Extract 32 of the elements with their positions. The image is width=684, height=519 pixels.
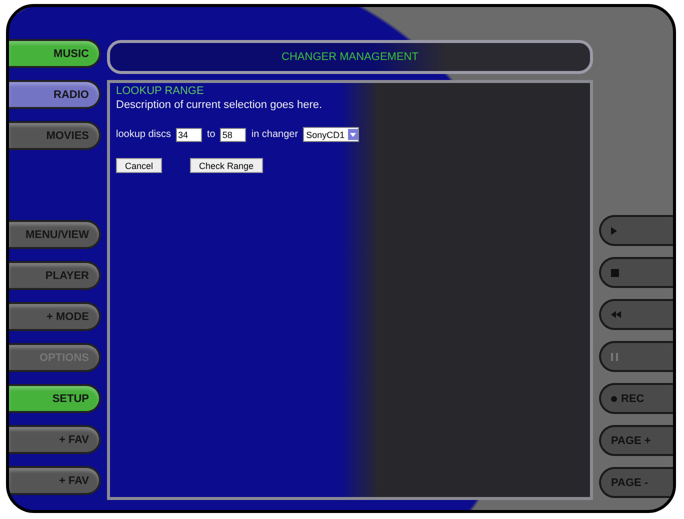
transport-button[interactable]: [599, 257, 673, 288]
pause-icon: [611, 352, 618, 360]
transport-button[interactable]: [599, 299, 673, 330]
nav-button[interactable]: PLAYER: [9, 261, 101, 290]
section-heading: LOOKUP RANGE: [116, 85, 205, 97]
record-dot-icon: [611, 396, 617, 402]
field-label: in changer: [251, 129, 298, 140]
nav-button[interactable]: RADIO: [9, 80, 101, 109]
transport-button[interactable]: [599, 215, 673, 246]
field-label: to: [207, 129, 216, 140]
nav-button[interactable]: + FAV: [9, 425, 101, 454]
changer-dropdown[interactable]: SonyCD1: [303, 127, 359, 142]
play-icon: [611, 226, 617, 234]
form-button[interactable]: Cancel: [116, 158, 162, 173]
transport-button[interactable]: PAGE -: [599, 467, 673, 498]
nav-button[interactable]: SETUP: [9, 384, 101, 413]
transport-button[interactable]: PAGE +: [599, 425, 673, 456]
form-button[interactable]: Check Range: [190, 158, 263, 173]
nav-button[interactable]: + FAV: [9, 466, 101, 495]
title-bar: CHANGER MANAGEMENT: [107, 40, 593, 74]
description-text: Description of current selection goes here.: [116, 99, 324, 111]
to-disc-field[interactable]: 58: [220, 128, 246, 142]
field-label: lookup discs: [116, 129, 172, 140]
from-disc-field[interactable]: 34: [176, 128, 202, 142]
caret-icon: [350, 132, 356, 136]
nav-button[interactable]: + MODE: [9, 302, 101, 331]
nav-button[interactable]: MENU/VIEW: [9, 220, 101, 249]
nav-button[interactable]: MUSIC: [9, 39, 101, 68]
rewind-icon: [611, 311, 621, 318]
nav-button[interactable]: MOVIES: [9, 121, 101, 150]
transport-button[interactable]: REC: [599, 383, 673, 414]
stop-icon: [611, 268, 619, 276]
